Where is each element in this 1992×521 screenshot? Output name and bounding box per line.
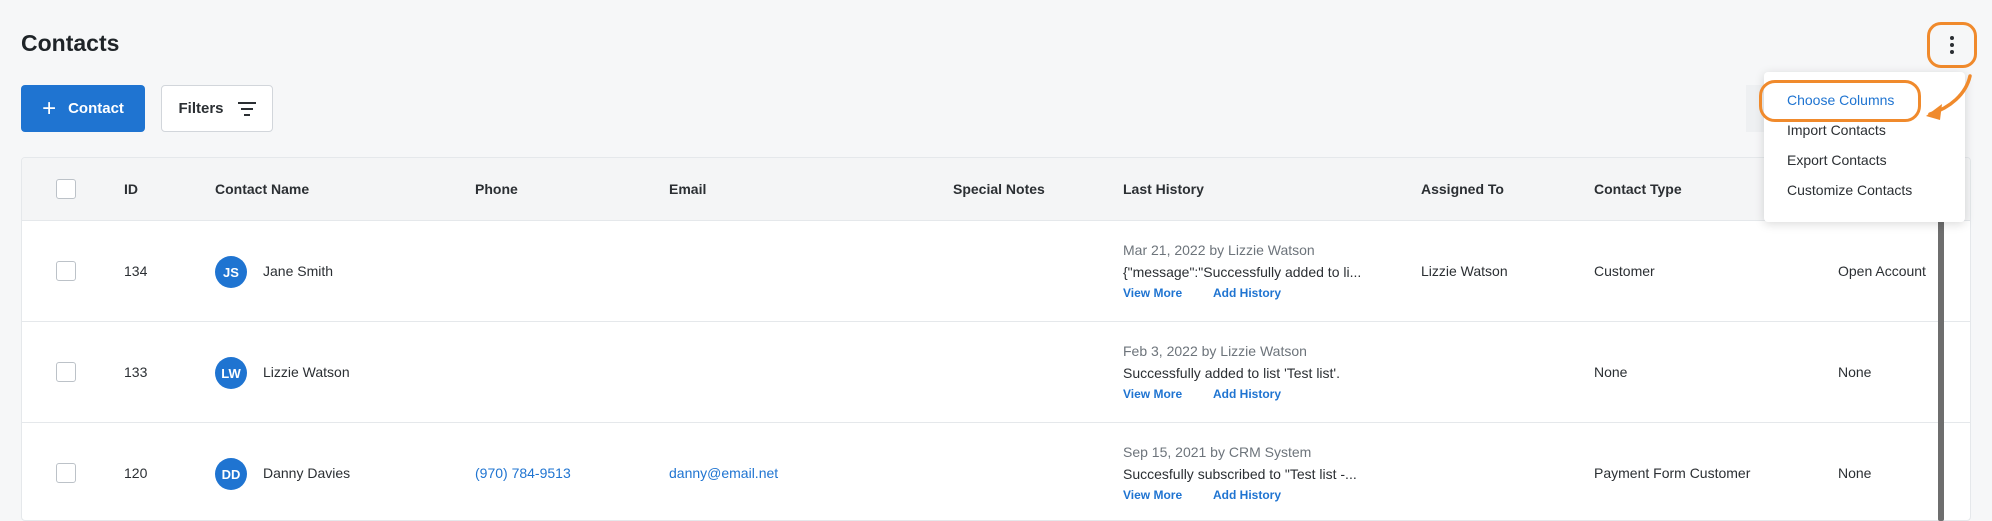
- row-checkbox[interactable]: [56, 463, 76, 483]
- column-header-assigned[interactable]: Assigned To: [1421, 181, 1504, 197]
- history-message: {"message":"Successfully added to li...: [1123, 264, 1362, 280]
- contact-id: 120: [124, 465, 148, 481]
- column-header-id[interactable]: ID: [124, 181, 138, 197]
- add-contact-label: Contact: [68, 100, 124, 117]
- column-header-email[interactable]: Email: [669, 181, 706, 197]
- view-more-link[interactable]: View More: [1123, 286, 1182, 300]
- add-contact-button[interactable]: + Contact: [21, 85, 145, 132]
- contact-type: Payment Form Customer: [1594, 465, 1751, 481]
- plus-icon: +: [42, 94, 57, 122]
- filter-lines-icon: [237, 101, 256, 116]
- extra-column-value: Open Account: [1838, 263, 1926, 279]
- menu-item-export-contacts[interactable]: Export Contacts: [1787, 152, 1887, 168]
- more-options-button[interactable]: [1927, 22, 1977, 68]
- history-date: Sep 15, 2021 by CRM System: [1123, 444, 1312, 460]
- add-history-link[interactable]: Add History: [1213, 488, 1281, 502]
- annotation-highlight: [1759, 80, 1921, 122]
- contact-name[interactable]: Jane Smith: [263, 263, 333, 279]
- history-date: Feb 3, 2022 by Lizzie Watson: [1123, 343, 1307, 359]
- contact-id: 134: [124, 263, 148, 279]
- avatar: LW: [215, 357, 247, 389]
- contact-type: None: [1594, 364, 1628, 380]
- vertical-ellipsis-icon: [1950, 36, 1954, 54]
- avatar: JS: [215, 256, 247, 288]
- contact-phone[interactable]: (970) 784-9513: [475, 465, 571, 481]
- curved-arrow-icon: [1926, 74, 1972, 120]
- assigned-to: Lizzie Watson: [1421, 263, 1508, 279]
- menu-item-import-contacts[interactable]: Import Contacts: [1787, 122, 1886, 138]
- row-checkbox[interactable]: [56, 261, 76, 281]
- row-checkbox[interactable]: [56, 362, 76, 382]
- view-more-link[interactable]: View More: [1123, 488, 1182, 502]
- column-header-history[interactable]: Last History: [1123, 181, 1204, 197]
- extra-column-value: None: [1838, 364, 1872, 380]
- table-row[interactable]: 120 DD Danny Davies (970) 784-9513 danny…: [22, 423, 1970, 520]
- contact-id: 133: [124, 364, 148, 380]
- select-all-checkbox[interactable]: [56, 179, 76, 199]
- contact-name[interactable]: Lizzie Watson: [263, 364, 350, 380]
- view-more-link[interactable]: View More: [1123, 387, 1182, 401]
- column-header-phone[interactable]: Phone: [475, 181, 518, 197]
- extra-column-value: None: [1838, 465, 1872, 481]
- column-header-notes[interactable]: Special Notes: [953, 181, 1045, 197]
- avatar: DD: [215, 458, 247, 490]
- contact-type: Customer: [1594, 263, 1655, 279]
- table-header: ID Contact Name Phone Email Special Note…: [22, 158, 1970, 221]
- column-header-type[interactable]: Contact Type: [1594, 181, 1682, 197]
- filters-button[interactable]: Filters: [161, 85, 273, 132]
- contact-email[interactable]: danny@email.net: [669, 465, 778, 481]
- table-row[interactable]: 133 LW Lizzie Watson Feb 3, 2022 by Lizz…: [22, 322, 1970, 423]
- history-message: Successfully added to list 'Test list'.: [1123, 365, 1340, 381]
- add-history-link[interactable]: Add History: [1213, 387, 1281, 401]
- add-history-link[interactable]: Add History: [1213, 286, 1281, 300]
- table-row[interactable]: 134 JS Jane Smith Mar 21, 2022 by Lizzie…: [22, 221, 1970, 322]
- contacts-table: ID Contact Name Phone Email Special Note…: [21, 157, 1971, 521]
- page-title: Contacts: [21, 30, 120, 56]
- contact-name[interactable]: Danny Davies: [263, 465, 350, 481]
- column-header-name[interactable]: Contact Name: [215, 181, 309, 197]
- filters-label: Filters: [178, 100, 224, 117]
- menu-item-customize-contacts[interactable]: Customize Contacts: [1787, 182, 1912, 198]
- history-date: Mar 21, 2022 by Lizzie Watson: [1123, 242, 1315, 258]
- history-message: Succesfully subscribed to "Test list -..…: [1123, 466, 1357, 482]
